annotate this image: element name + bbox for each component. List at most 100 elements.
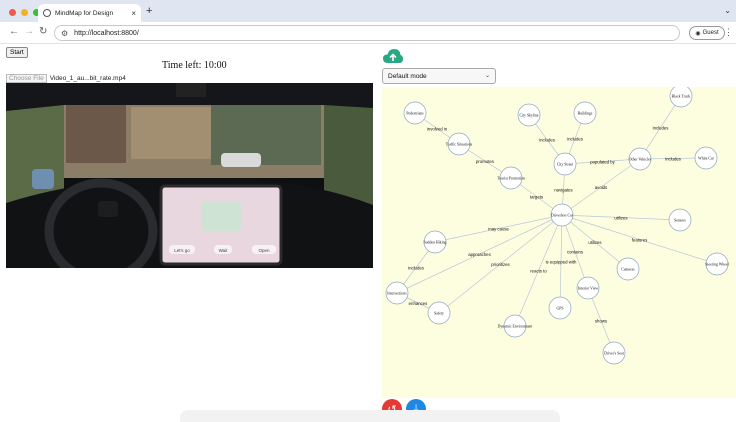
url-text: http://localhost:8800/: [74, 29, 139, 37]
mindmap-edge-label: shows: [595, 319, 607, 324]
center-building: [131, 107, 211, 159]
mindmap-node-label: Pedestrians: [406, 112, 424, 116]
mode-select[interactable]: Default mode ⌄: [382, 68, 496, 84]
close-window-button[interactable]: [9, 9, 16, 16]
mindmap-node-label: City Skyline: [519, 114, 538, 118]
screen-map: [201, 201, 241, 231]
mindmap-node-label: White Car: [698, 157, 714, 161]
mindmap-node[interactable]: Black Truck: [669, 87, 693, 108]
mindmap-node-label: Safety: [434, 312, 444, 316]
tab-search-chevron-icon[interactable]: ⌄: [724, 6, 731, 15]
mindmap-edge-label: contains: [567, 250, 583, 255]
start-button[interactable]: Start: [6, 47, 28, 58]
mindmap-node-label: Tourist Promotion: [497, 177, 525, 181]
mindmap-node-label: Sensors: [674, 219, 686, 223]
mindmap-node[interactable]: Tourist Promotion: [497, 166, 525, 190]
mindmap-node[interactable]: White Car: [694, 146, 718, 170]
browser-tab[interactable]: MindMap for Design ×: [38, 4, 141, 22]
chevron-down-icon: ⌄: [484, 73, 490, 79]
mindmap-edge-label: includes: [539, 138, 555, 143]
mindmap-node[interactable]: City Street: [553, 152, 577, 176]
mindmap-node[interactable]: Cameras: [616, 257, 640, 281]
mindmap-edge-label: enhances: [409, 301, 428, 306]
mindmap-edge-label: reacts to: [530, 269, 547, 274]
mindmap-node[interactable]: Other Vehicles: [628, 147, 652, 171]
mindmap-node[interactable]: Intersections: [385, 281, 409, 305]
screen-button-center-label: Wait: [219, 248, 229, 253]
forward-arrow-icon[interactable]: →: [24, 26, 34, 37]
tab-close-button[interactable]: ×: [131, 9, 136, 18]
video-player[interactable]: Let's go Wait Open: [6, 83, 373, 268]
mindmap-node-label: Driverless Car: [551, 214, 574, 218]
mindmap-node-label: Dynamic Environment: [498, 325, 534, 329]
mindmap-edge-label: avoids: [595, 185, 607, 190]
mindmap-node-label: Cameras: [621, 268, 635, 272]
window-controls: [9, 9, 40, 16]
upload-button[interactable]: [382, 48, 404, 65]
screen-button-right-label: Open: [258, 248, 270, 253]
mindmap-edge-label: may cause: [488, 227, 509, 232]
new-tab-button[interactable]: +: [146, 5, 152, 17]
mindmap-node-label: Intersections: [387, 292, 407, 296]
mindmap-edge-label: prioritizes: [491, 262, 509, 267]
mindmap-node[interactable]: Steering Wheel: [705, 252, 729, 276]
mindmap-edge-label: features: [632, 238, 648, 243]
bottom-edge-shadow: [180, 410, 560, 422]
mindmap-edge-label: includes: [408, 266, 424, 271]
video-frame: Let's go Wait Open: [6, 83, 373, 268]
left-building: [66, 105, 126, 163]
browser-menu-icon[interactable]: ⋮: [724, 27, 733, 38]
mindmap-node[interactable]: City Skyline: [517, 103, 541, 127]
choose-file-button[interactable]: Choose File: [6, 74, 47, 83]
white-car: [221, 153, 261, 167]
mindmap-edge-label: is equipped with: [546, 260, 577, 265]
mindmap-node[interactable]: Driverless Car: [550, 203, 574, 227]
browser-toolbar: ← → ↻ ⚙ http://localhost:8800/ ◉ Guest ⋮: [0, 22, 736, 44]
mindmap-node[interactable]: Interior View: [576, 276, 600, 300]
site-info-icon[interactable]: ⚙: [61, 29, 68, 38]
mindmap-node[interactable]: Traffic Situations: [446, 132, 473, 156]
address-bar[interactable]: ⚙ http://localhost:8800/: [54, 25, 680, 41]
rearview-mirror: [176, 83, 206, 97]
wheel-hub: [98, 201, 118, 217]
reload-icon[interactable]: ↻: [39, 26, 47, 37]
mindmap-node-label: Driver's Seat: [604, 352, 625, 356]
mindmap-node[interactable]: Driver's Seat: [602, 341, 626, 365]
minimize-window-button[interactable]: [21, 9, 28, 16]
mindmap-edge-label: involved in: [427, 127, 448, 132]
back-arrow-icon[interactable]: ←: [9, 26, 19, 37]
mindmap-node[interactable]: Sudden Hiking: [424, 230, 447, 254]
mindmap-node[interactable]: Buildings: [573, 101, 597, 125]
mindmap-node[interactable]: Sensors: [668, 208, 692, 232]
file-name: Video_1_au...bit_rate.mp4: [49, 75, 126, 82]
mindmap-node-label: GPS: [557, 307, 564, 311]
file-input-row: Choose File Video_1_au...bit_rate.mp4: [6, 74, 126, 83]
mindmap-edge-label: promotes: [476, 159, 494, 164]
mindmap-node[interactable]: GPS: [548, 296, 572, 320]
mindmap-node-label: Steering Wheel: [705, 263, 728, 267]
mindmap-edge-label: navigates: [554, 188, 572, 193]
profile-icon: ◉: [695, 30, 701, 37]
mindmap-edge-label: approaches: [468, 252, 490, 257]
mindmap-node[interactable]: Pedestrians: [403, 101, 427, 125]
cloud-upload-icon: [383, 49, 403, 63]
mode-select-value: Default mode: [388, 72, 427, 80]
mindmap-node-label: Buildings: [578, 112, 593, 116]
mindmap-canvas[interactable]: involved in includes includes includes inclu…: [382, 87, 736, 398]
mindmap-svg: involved in includes includes includes inclu…: [385, 87, 729, 365]
mindmap-node-label: Black Truck: [672, 95, 691, 99]
mindmap-node-label: Interior View: [578, 287, 599, 291]
mindmap-edge-label: includes: [653, 126, 669, 131]
screen-button-left-label: Let's go: [174, 248, 190, 253]
mindmap-edge-label: includes: [567, 137, 583, 142]
mindmap-node-label: City Street: [557, 163, 574, 167]
mindmap-node[interactable]: Dynamic Environment: [498, 314, 534, 338]
left-window: [6, 105, 64, 205]
profile-label: Guest: [702, 30, 719, 36]
mindmap-node[interactable]: Safety: [427, 301, 451, 325]
mindmap-edge-label: populated by: [590, 160, 615, 165]
mindmap-node-label: Traffic Situations: [446, 143, 473, 147]
mindmap-edge-label: includes: [665, 157, 681, 162]
profile-button[interactable]: ◉ Guest: [689, 26, 725, 40]
mindmap-node-label: Other Vehicles: [629, 158, 652, 162]
